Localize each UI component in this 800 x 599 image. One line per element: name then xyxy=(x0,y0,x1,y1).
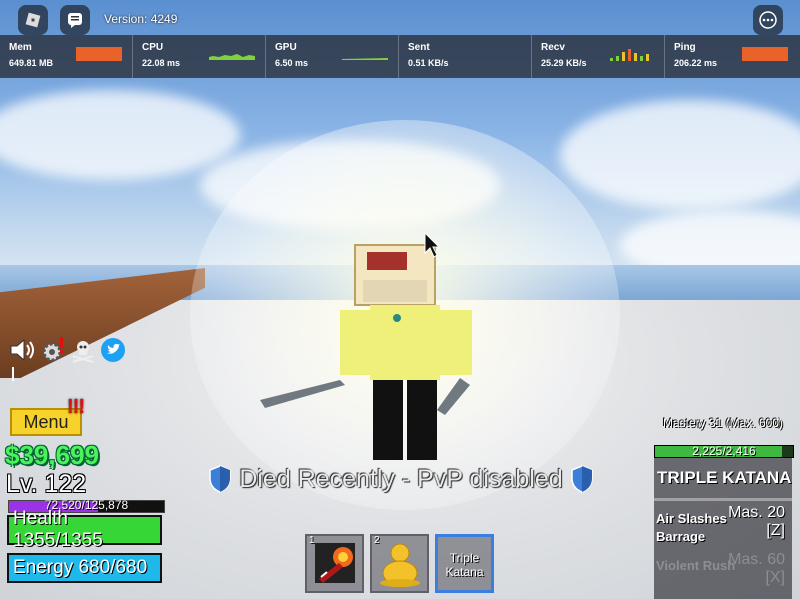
menu-alert-badge: !!! xyxy=(67,396,85,418)
more-options-icon[interactable] xyxy=(753,5,783,35)
stat-graph xyxy=(209,54,255,60)
health-bar: Health 1355/1355 xyxy=(7,508,162,551)
sound-icon[interactable] xyxy=(8,337,36,363)
level-label: Lv. 122 xyxy=(6,470,87,498)
stat-graph xyxy=(742,47,788,61)
stat-mem[interactable]: Mem 649.81 MB xyxy=(0,35,133,78)
pirates-icon[interactable] xyxy=(70,337,96,363)
skill-name: Violent Rush xyxy=(656,558,736,573)
divider xyxy=(12,367,14,381)
weapon-skills-panel: TRIPLE KATANA Air Slashes Barrage Mas. 2… xyxy=(654,458,792,599)
hotbar-slot-1[interactable]: 1 xyxy=(305,534,364,593)
stat-recv[interactable]: Recv 25.29 KB/s xyxy=(532,35,665,78)
mastery-label: Mastery 31 (Max. 600) xyxy=(662,416,784,430)
shield-icon xyxy=(570,465,593,493)
skill-name: Air Slashes Barrage xyxy=(656,511,727,544)
divider xyxy=(654,498,792,501)
stat-gpu[interactable]: GPU 6.50 ms xyxy=(266,35,399,78)
twitter-icon[interactable] xyxy=(100,337,126,363)
skill-mastery-req: Mas. 20 xyxy=(728,504,785,521)
stat-ping[interactable]: Ping 206.22 ms xyxy=(665,35,798,78)
weapon-name: TRIPLE KATANA xyxy=(657,468,792,487)
stat-graph xyxy=(610,49,649,61)
money-counter: $39,699 xyxy=(5,440,99,470)
pvp-status-notice: Died Recently - PvP disabled xyxy=(205,462,597,496)
settings-icon[interactable] xyxy=(40,337,68,365)
energy-bar: Energy 680/680 xyxy=(7,553,162,583)
stat-label: Sent xyxy=(408,42,430,53)
energy-text: Energy 680/680 xyxy=(13,557,148,578)
hotbar-slot-2[interactable]: 2 xyxy=(370,534,429,593)
stat-cpu[interactable]: CPU 22.08 ms xyxy=(133,35,266,78)
stat-sent[interactable]: Sent 0.51 KB/s xyxy=(399,35,532,78)
buddha-icon xyxy=(380,543,420,587)
skill-key: [Z] xyxy=(766,522,785,539)
cloud xyxy=(0,90,240,180)
cloud xyxy=(560,100,800,210)
mastery-bar-text: 2,225/2,416 xyxy=(692,444,756,458)
skill-mastery-req: Mas. 60 xyxy=(728,551,785,568)
pvp-status-text: Died Recently - PvP disabled xyxy=(239,464,563,493)
player-character xyxy=(260,244,472,460)
hotbar-slot-3[interactable]: Triple Katana xyxy=(435,534,494,593)
mastery-bar: 2,225/2,416 xyxy=(654,444,794,458)
health-text: Health 1355/1355 xyxy=(13,508,103,551)
version-label: Version: 4249 xyxy=(104,12,178,26)
roblox-logo-icon[interactable] xyxy=(18,5,48,35)
fruit-icon xyxy=(315,543,355,583)
skill-key: [X] xyxy=(765,569,785,586)
performance-stats-bar: Mem 649.81 MB CPU 22.08 ms GPU 6.50 ms S… xyxy=(0,35,800,78)
slot-item-name: Triple Katana xyxy=(445,551,484,579)
stat-graph xyxy=(76,47,122,61)
stat-value: 0.51 KB/s xyxy=(408,58,449,68)
shield-icon xyxy=(209,465,232,493)
stat-graph xyxy=(342,58,388,60)
cursor-icon xyxy=(424,232,440,258)
chat-icon[interactable] xyxy=(60,5,90,35)
